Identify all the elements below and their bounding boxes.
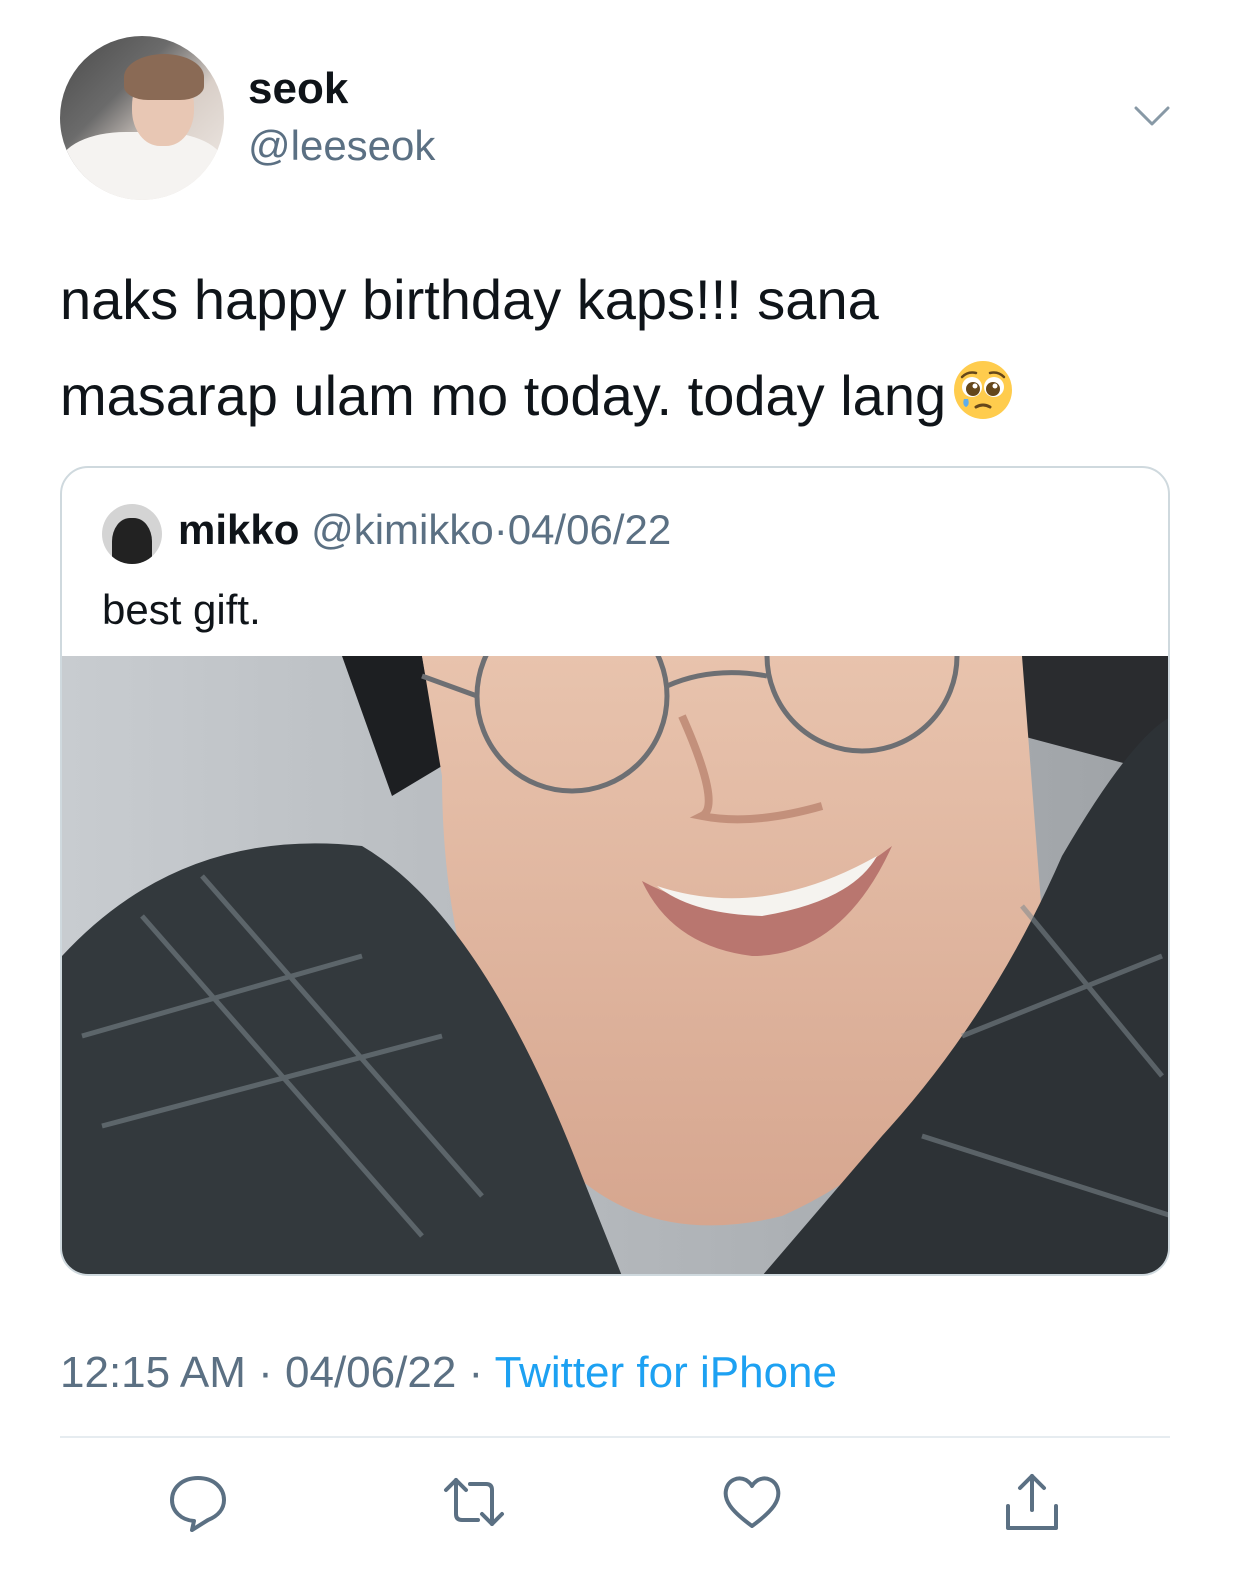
author-avatar[interactable] (60, 36, 224, 200)
quoted-tweet-photo[interactable] (62, 656, 1168, 1274)
pleading-face-emoji-icon (952, 354, 1014, 419)
quoted-author-name: mikko (178, 506, 300, 553)
quoted-date: 04/06/22 (507, 506, 672, 553)
tweet-text-line-1: naks happy birthday kaps!!! sana (60, 268, 879, 331)
tweet-meta: 12:15 AM · 04/06/22 · Twitter for iPhone (60, 1348, 837, 1398)
meta-separator-2: · (456, 1348, 495, 1397)
quoted-author-avatar[interactable] (102, 504, 162, 564)
meta-separator-1: · (245, 1348, 286, 1397)
tweet-time: 12:15 AM (60, 1348, 246, 1397)
tweet-text: naks happy birthday kaps!!! sana masarap… (60, 252, 1180, 444)
retweet-icon[interactable] (442, 1470, 506, 1534)
quoted-tweet-header: mikko @kimikko·04/06/22 (178, 506, 671, 554)
author-handle[interactable]: @leeseok (248, 122, 435, 170)
quoted-author-handle: @kimikko (311, 506, 494, 553)
author-name[interactable]: seok (248, 64, 348, 114)
tweet-text-line-2-text: masarap ulam mo today. today lang (60, 364, 947, 427)
divider (60, 1436, 1170, 1438)
tweet-source-link[interactable]: Twitter for iPhone (495, 1348, 837, 1397)
chevron-down-icon[interactable] (1132, 104, 1172, 130)
share-icon[interactable] (1000, 1470, 1064, 1534)
tweet-text-line-2: masarap ulam mo today. today lang (60, 348, 1180, 444)
quoted-separator: · (493, 506, 508, 553)
quoted-tweet-card[interactable]: mikko @kimikko·04/06/22 best gift. (60, 466, 1170, 1276)
quoted-tweet-text: best gift. (102, 586, 261, 633)
tweet-date: 04/06/22 (285, 1348, 457, 1397)
photo-illustration (62, 656, 1168, 1274)
tweet-detail: seok @leeseok naks happy birthday kaps!!… (0, 0, 1242, 1584)
heart-icon[interactable] (720, 1470, 784, 1534)
reply-icon[interactable] (166, 1470, 230, 1534)
